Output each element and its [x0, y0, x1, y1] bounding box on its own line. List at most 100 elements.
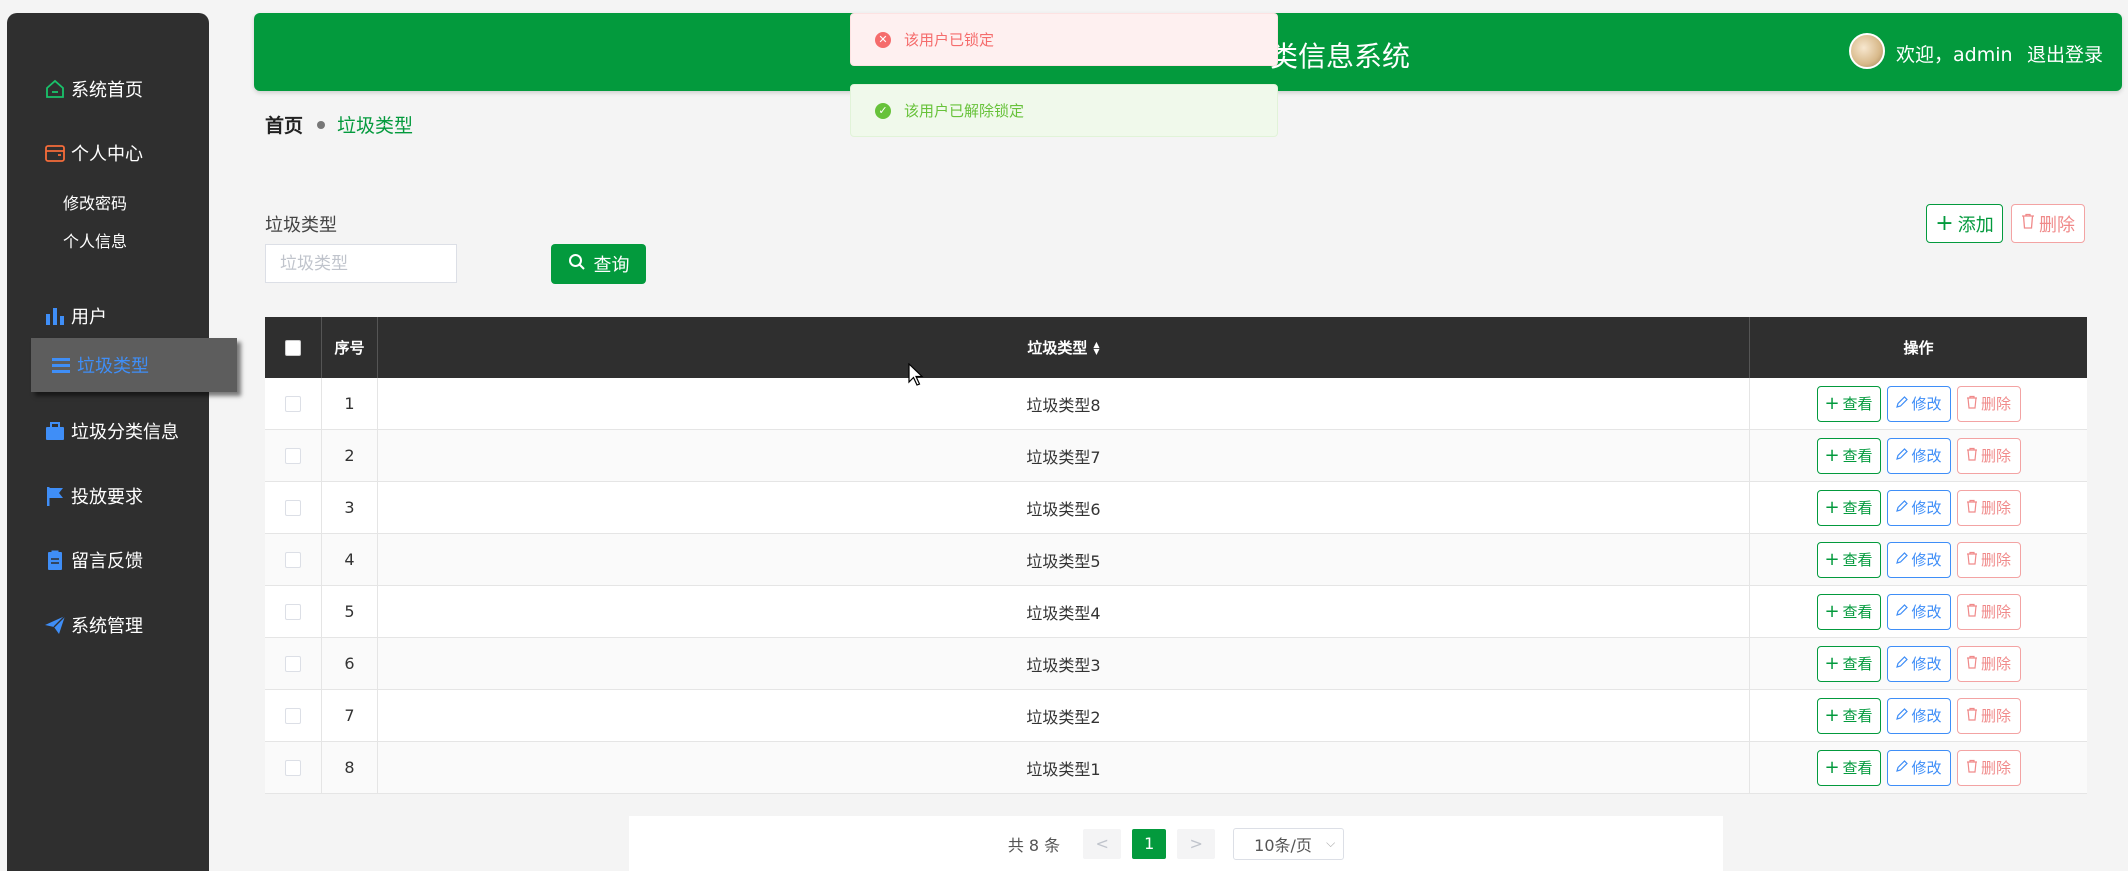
edit-button-label: 修改	[1911, 499, 1942, 517]
search-input[interactable]	[265, 244, 457, 283]
clipboard-icon	[43, 548, 67, 572]
edit-button[interactable]: 修改	[1886, 437, 1951, 474]
row-checkbox[interactable]	[285, 447, 301, 464]
row-checkbox[interactable]	[285, 499, 301, 516]
sidebar-item-garbage-type[interactable]: 垃圾类型	[31, 338, 237, 392]
select-all-checkbox[interactable]	[285, 339, 301, 356]
view-button[interactable]: + 查看	[1816, 697, 1881, 734]
avatar[interactable]	[1849, 33, 1885, 69]
add-button[interactable]: + 添加	[1926, 204, 2003, 243]
sidebar-item-system[interactable]: 系统管理	[7, 605, 143, 645]
view-button[interactable]: + 查看	[1816, 385, 1881, 422]
edit-button[interactable]: 修改	[1886, 593, 1951, 630]
table-row: 4 垃圾类型5 + 查看 修改 删除	[265, 534, 2087, 586]
row-checkbox-cell	[265, 378, 322, 429]
page-number-button[interactable]: 1	[1132, 828, 1167, 859]
delete-button[interactable]: 删除	[1956, 385, 2021, 422]
view-button[interactable]: + 查看	[1816, 645, 1881, 682]
sidebar-item-disposal-rules[interactable]: 投放要求	[7, 476, 143, 516]
delete-button-label: 删除	[1980, 447, 2011, 465]
row-actions: + 查看 修改 删除	[1750, 586, 2087, 637]
edit-button[interactable]: 修改	[1886, 645, 1951, 682]
view-button-label: 查看	[1842, 447, 1873, 465]
trash-icon	[1966, 655, 1978, 673]
edit-icon	[1895, 707, 1909, 725]
briefcase-icon	[43, 419, 67, 443]
trash-icon	[1966, 759, 1978, 777]
edit-button-label: 修改	[1911, 395, 1942, 413]
sidebar-subitem-profile[interactable]: 个人信息	[63, 228, 127, 252]
sort-icon[interactable]: ▲ ▼	[1093, 340, 1099, 355]
page-size-select[interactable]: 10条/页 ⌵	[1233, 827, 1345, 860]
logout-link[interactable]: 退出登录	[2027, 40, 2103, 67]
error-circle-icon: ✕	[875, 31, 891, 48]
row-checkbox[interactable]	[285, 603, 301, 620]
view-button[interactable]: + 查看	[1816, 593, 1881, 630]
edit-button[interactable]: 修改	[1886, 489, 1951, 526]
view-button[interactable]: + 查看	[1816, 489, 1881, 526]
plus-icon: +	[1824, 705, 1840, 726]
batch-delete-button[interactable]: 删除	[2011, 204, 2085, 243]
edit-button[interactable]: 修改	[1886, 385, 1951, 422]
row-checkbox-cell	[265, 482, 322, 533]
row-type: 垃圾类型2	[378, 690, 1750, 741]
plus-icon: +	[1824, 445, 1840, 466]
next-page-button[interactable]: >	[1177, 828, 1216, 859]
edit-icon	[1895, 551, 1909, 569]
header-type[interactable]: 垃圾类型 ▲ ▼	[378, 317, 1750, 378]
row-index: 1	[322, 378, 378, 429]
query-button[interactable]: 查询	[551, 244, 646, 284]
edit-icon	[1895, 395, 1909, 413]
edit-button-label: 修改	[1911, 447, 1942, 465]
list-icon	[49, 353, 73, 377]
sidebar-item-label: 投放要求	[71, 487, 143, 508]
sidebar-subitem-change-password[interactable]: 修改密码	[63, 190, 127, 214]
plus-icon: +	[1824, 497, 1840, 518]
sidebar-item-label: 个人中心	[71, 144, 143, 165]
table-row: 5 垃圾类型4 + 查看 修改 删除	[265, 586, 2087, 638]
trash-icon	[1966, 499, 1978, 517]
row-type: 垃圾类型7	[378, 430, 1750, 481]
sidebar-item-label: 垃圾分类信息	[71, 422, 179, 443]
row-checkbox[interactable]	[285, 395, 301, 412]
delete-button[interactable]: 删除	[1956, 697, 2021, 734]
row-checkbox[interactable]	[285, 551, 301, 568]
view-button[interactable]: + 查看	[1816, 437, 1881, 474]
sidebar-item-feedback[interactable]: 留言反馈	[7, 540, 143, 580]
table-header: 序号 垃圾类型 ▲ ▼ 操作	[265, 317, 2087, 378]
row-checkbox[interactable]	[285, 655, 301, 672]
delete-button[interactable]: 删除	[1956, 437, 2021, 474]
pagination: 共 8 条 < 1 > 10条/页 ⌵	[629, 816, 1723, 871]
row-index: 3	[322, 482, 378, 533]
sidebar-item-home[interactable]: 系统首页	[7, 69, 143, 109]
row-checkbox[interactable]	[285, 707, 301, 724]
delete-button-label: 删除	[1980, 707, 2011, 725]
sidebar-item-users[interactable]: 用户	[7, 296, 107, 336]
trash-icon	[2021, 213, 2035, 234]
plus-icon: +	[1824, 393, 1840, 414]
delete-button[interactable]: 删除	[1956, 645, 2021, 682]
delete-button[interactable]: 删除	[1956, 489, 2021, 526]
edit-button[interactable]: 修改	[1886, 541, 1951, 578]
table-body: 1 垃圾类型8 + 查看 修改 删除 2 垃圾类型7 + 查看 修改 删除 3 垃圾类型6 + 查看 修改 删除 4…	[265, 378, 2087, 794]
row-actions: + 查看 修改 删除	[1750, 482, 2087, 533]
delete-button-label: 删除	[1980, 655, 2011, 673]
delete-button[interactable]: 删除	[1956, 749, 2021, 786]
prev-page-button[interactable]: <	[1083, 828, 1122, 859]
delete-button[interactable]: 删除	[1956, 593, 2021, 630]
edit-button[interactable]: 修改	[1886, 749, 1951, 786]
sidebar-item-label: 用户	[71, 307, 107, 328]
view-button[interactable]: + 查看	[1816, 749, 1881, 786]
row-actions: + 查看 修改 删除	[1750, 534, 2087, 585]
row-actions: + 查看 修改 删除	[1750, 742, 2087, 793]
row-checkbox[interactable]	[285, 759, 301, 776]
sidebar-item-personal[interactable]: 个人中心	[7, 133, 143, 173]
breadcrumb-home[interactable]: 首页	[265, 111, 303, 138]
sidebar-item-garbage-info[interactable]: 垃圾分类信息	[7, 411, 179, 451]
sidebar-item-label: 系统管理	[71, 616, 143, 637]
view-button[interactable]: + 查看	[1816, 541, 1881, 578]
row-type: 垃圾类型4	[378, 586, 1750, 637]
delete-button[interactable]: 删除	[1956, 541, 2021, 578]
edit-button-label: 修改	[1911, 655, 1942, 673]
edit-button[interactable]: 修改	[1886, 697, 1951, 734]
